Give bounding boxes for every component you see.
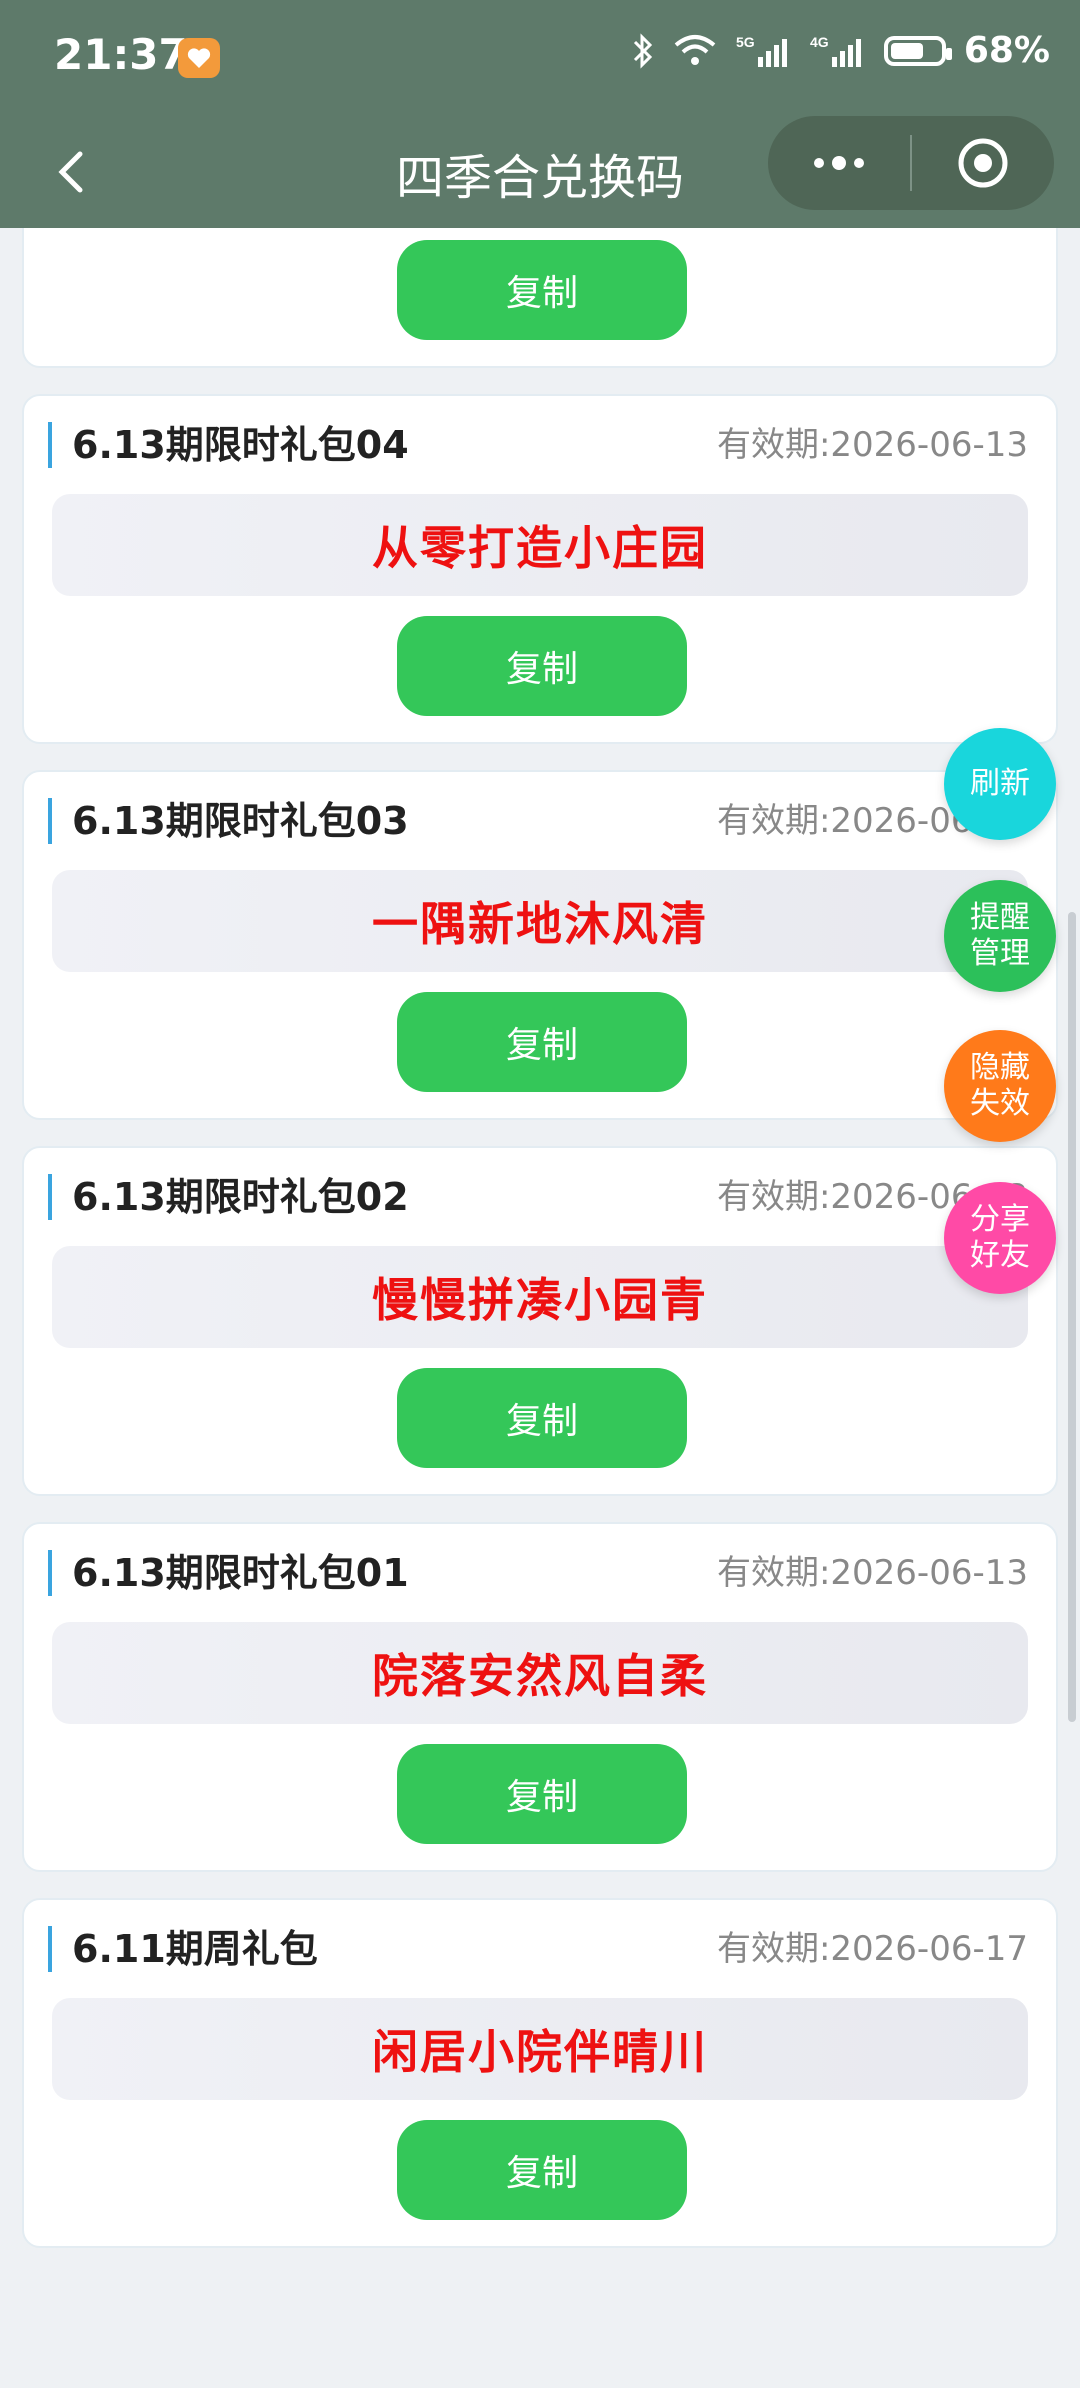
copy-button[interactable]: 复制: [397, 240, 687, 340]
card-title: 6.11期周礼包: [72, 1927, 318, 1971]
nav-bar: 四季合兑换码: [0, 116, 1080, 228]
signal-5g-icon: 5G: [736, 34, 787, 67]
card-header: 6.13期限时礼包03 有效期:2026-06-13: [48, 798, 1028, 844]
copy-button[interactable]: 复制: [397, 1744, 687, 1844]
bluetooth-icon: [633, 32, 652, 69]
gift-code-card: 6.13期限时礼包01 有效期:2026-06-13 院落安然风自柔 复制: [22, 1522, 1058, 1872]
expiry-date: 有效期:2026-06-17: [716, 1929, 1028, 1969]
card-header: 6.13期限时礼包04 有效期:2026-06-13: [48, 422, 1028, 468]
more-icon: [814, 156, 864, 170]
copy-button[interactable]: 复制: [397, 992, 687, 1092]
code-list: 6.13期限时礼包05 有效期:2026-06-13 归集杂物建房间 复制 6.…: [22, 18, 1058, 2274]
close-miniapp-button[interactable]: [912, 116, 1054, 210]
miniapp-capsule: [768, 116, 1054, 210]
accent-bar: [48, 1174, 52, 1220]
gift-code-card: 6.13期限时礼包04 有效期:2026-06-13 从零打造小庄园 复制: [22, 394, 1058, 744]
target-icon: [958, 138, 1008, 188]
top-bar: 21:37 5G 4G 68% 四季合兑换码: [0, 0, 1080, 228]
share-friends-button[interactable]: 分享 好友: [944, 1182, 1056, 1294]
gift-code-card: 6.13期限时礼包02 有效期:2026-06-13 慢慢拼凑小园青 复制: [22, 1146, 1058, 1496]
battery-icon: [883, 35, 952, 66]
redeem-code: 从零打造小庄园: [52, 494, 1028, 596]
card-title: 6.13期限时礼包03: [72, 799, 409, 843]
accent-bar: [48, 798, 52, 844]
card-title: 6.13期限时礼包01: [72, 1551, 409, 1595]
signal-4g-icon: 4G: [810, 34, 861, 67]
redeem-code: 院落安然风自柔: [52, 1622, 1028, 1724]
card-header: 6.13期限时礼包01 有效期:2026-06-13: [48, 1550, 1028, 1596]
accent-bar: [48, 1550, 52, 1596]
copy-button[interactable]: 复制: [397, 616, 687, 716]
redeem-code: 闲居小院伴晴川: [52, 1998, 1028, 2100]
expiry-date: 有效期:2026-06-13: [716, 425, 1028, 465]
scrollbar[interactable]: [1068, 912, 1076, 1722]
card-header: 6.13期限时礼包02 有效期:2026-06-13: [48, 1174, 1028, 1220]
gift-code-card: 6.13期限时礼包03 有效期:2026-06-13 一隅新地沐风清 复制: [22, 770, 1058, 1120]
redeem-code: 一隅新地沐风清: [52, 870, 1028, 972]
copy-button[interactable]: 复制: [397, 2120, 687, 2220]
status-time: 21:37: [54, 30, 188, 79]
hide-expired-button[interactable]: 隐藏 失效: [944, 1030, 1056, 1142]
gift-code-card: 6.11期周礼包 有效期:2026-06-17 闲居小院伴晴川 复制: [22, 1898, 1058, 2248]
expiry-date: 有效期:2026-06-13: [716, 1553, 1028, 1593]
card-title: 6.13期限时礼包04: [72, 423, 409, 467]
reminder-manage-button[interactable]: 提醒 管理: [944, 880, 1056, 992]
svg-text:4G: 4G: [810, 34, 829, 50]
redeem-code: 慢慢拼凑小园青: [52, 1246, 1028, 1348]
accent-bar: [48, 1926, 52, 1972]
status-icons: 5G 4G 68%: [632, 30, 1050, 71]
wifi-icon: [674, 34, 716, 65]
app-notification-icon: [178, 38, 220, 78]
more-button[interactable]: [768, 116, 910, 210]
accent-bar: [48, 422, 52, 468]
copy-button[interactable]: 复制: [397, 1368, 687, 1468]
card-title: 6.13期限时礼包02: [72, 1175, 409, 1219]
status-bar: 21:37 5G 4G 68%: [0, 0, 1080, 120]
battery-percent: 68%: [963, 30, 1050, 71]
svg-text:5G: 5G: [736, 34, 755, 50]
refresh-button[interactable]: 刷新: [944, 728, 1056, 840]
card-header: 6.11期周礼包 有效期:2026-06-17: [48, 1926, 1028, 1972]
